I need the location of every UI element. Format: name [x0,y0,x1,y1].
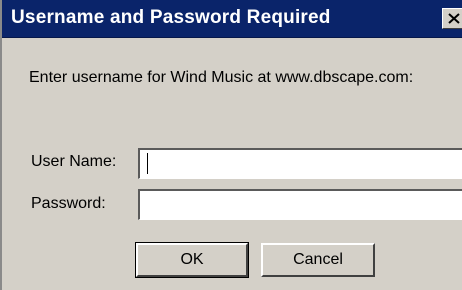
text-caret [147,153,148,174]
login-dialog: Username and Password Required Enter use… [0,0,462,290]
password-input[interactable] [138,189,462,220]
close-button[interactable] [442,8,462,29]
password-label: Password: [31,195,106,212]
username-label: User Name: [31,153,117,170]
ok-button[interactable]: OK [135,242,249,278]
prompt-text: Enter username for Wind Music at www.dbs… [29,69,414,86]
username-input[interactable] [138,148,462,179]
close-icon [448,13,460,24]
dialog-title: Username and Password Required [11,7,331,28]
title-bar: Username and Password Required [2,0,462,38]
cancel-button[interactable]: Cancel [261,243,375,277]
